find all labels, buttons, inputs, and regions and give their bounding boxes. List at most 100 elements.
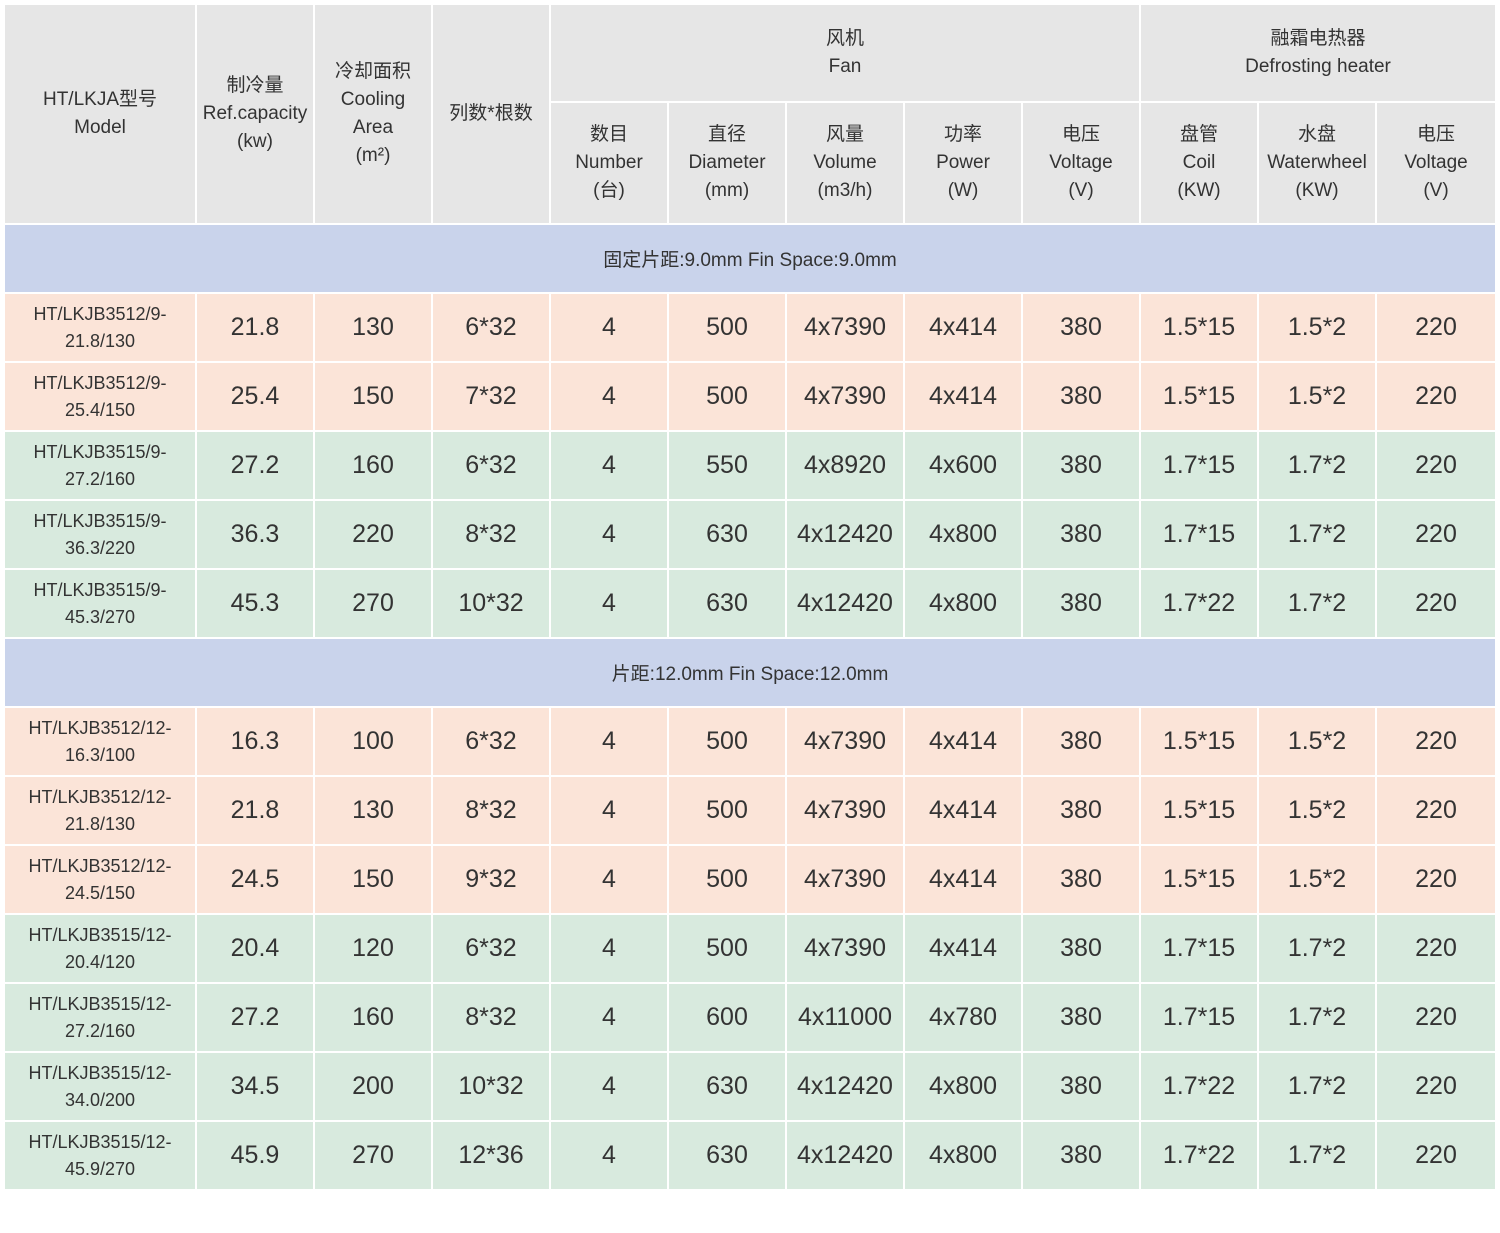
model-line: 36.3/220 [64, 537, 136, 558]
table-cell: 100 [313, 706, 433, 777]
model-line: HT/LKJB3515/9- [33, 510, 167, 531]
model-line: 20.4/120 [64, 951, 136, 972]
table-cell: 1.5*2 [1257, 775, 1378, 846]
table-cell: 4x800 [903, 1120, 1023, 1191]
table-cell: 380 [1020, 844, 1142, 915]
model-cell: HT/LKJB3515/9- 36.3/220 [3, 499, 197, 570]
header-fan-number-line: 数目 [589, 124, 628, 145]
table-cell: 4 [549, 1051, 669, 1122]
table-cell: 6*32 [431, 706, 551, 777]
table-cell: 10*32 [431, 1051, 551, 1122]
header-area-unit: (m²) [355, 145, 391, 166]
table-cell: 200 [313, 1051, 433, 1122]
model-line: HT/LKJB3515/9- [33, 579, 167, 600]
table-cell: 36.3 [195, 499, 315, 570]
header-defrost-voltage-line: 电压 [1417, 124, 1456, 145]
model-line: HT/LKJB3515/12- [28, 1131, 172, 1152]
header-fan-volume: 风量 Volume (m3/h) [785, 101, 905, 225]
table-cell: 1.7*15 [1139, 430, 1260, 501]
model-line: HT/LKJB3515/12- [28, 993, 172, 1014]
table-row: HT/LKJB3515/12- 20.4/120 20.4 120 6*32 4 500 4x… [3, 913, 1498, 984]
table-cell: 630 [667, 1120, 787, 1191]
table-cell: 27.2 [195, 982, 315, 1053]
table-cell: 8*32 [431, 982, 551, 1053]
table-row: HT/LKJB3515/12- 34.0/200 34.5 200 10*32 4 630 4… [3, 1051, 1498, 1122]
header-fan-volume-line: 风量 [825, 124, 864, 145]
table-cell: 380 [1020, 706, 1142, 777]
table-cell: 20.4 [195, 913, 315, 984]
table-cell: 630 [667, 568, 787, 639]
table-cell: 4 [549, 568, 669, 639]
table-cell: 4 [549, 430, 669, 501]
model-cell: HT/LKJB3512/12- 21.8/130 [3, 775, 197, 846]
header-fan-power-line: 功率 [943, 124, 982, 145]
header-defrost-en: Defrosting heater [1245, 56, 1391, 77]
table-cell: 4 [549, 706, 669, 777]
header-capacity-unit: (kw) [237, 131, 273, 152]
header-defrost-coil-line: (KW) [1177, 180, 1221, 201]
table-cell: 4 [549, 982, 669, 1053]
table-cell: 24.5 [195, 844, 315, 915]
model-line: 34.0/200 [64, 1089, 136, 1110]
table-cell: 4x7390 [785, 361, 905, 432]
model-line: HT/LKJB3512/12- [28, 717, 172, 738]
model-line: 21.8/130 [64, 330, 136, 351]
table-cell: 34.5 [195, 1051, 315, 1122]
table-cell: 4x12420 [785, 568, 905, 639]
table-cell: 4x7390 [785, 913, 905, 984]
table-cell: 220 [1375, 568, 1498, 639]
table-cell: 1.7*15 [1139, 982, 1260, 1053]
table-cell: 4 [549, 1120, 669, 1191]
header-area-cn: 冷却面积 [334, 61, 411, 82]
table-cell: 380 [1020, 568, 1142, 639]
table-cell: 8*32 [431, 499, 551, 570]
header-capacity: 制冷量 Ref.capacity (kw) [195, 3, 315, 225]
table-cell: 1.5*2 [1257, 706, 1378, 777]
header-defrost-waterwheel-line: 水盘 [1298, 124, 1337, 145]
table-row: HT/LKJB3515/9- 27.2/160 27.2 160 6*32 4 550 4x8… [3, 430, 1498, 501]
table-cell: 4x800 [903, 568, 1023, 639]
table-row: HT/LKJB3512/12- 24.5/150 24.5 150 9*32 4 500 4x… [3, 844, 1498, 915]
table-row: HT/LKJB3515/9- 45.3/270 45.3 270 10*32 4 630 4x… [3, 568, 1498, 639]
table-cell: 1.5*2 [1257, 844, 1378, 915]
table-cell: 220 [1375, 430, 1498, 501]
model-line: 24.5/150 [64, 882, 136, 903]
table-cell: 380 [1020, 1120, 1142, 1191]
table-cell: 1.7*15 [1139, 913, 1260, 984]
table-cell: 1.7*2 [1257, 430, 1378, 501]
header-fan-number: 数目 Number (台) [549, 101, 669, 225]
table-cell: 12*36 [431, 1120, 551, 1191]
table-cell: 1.7*22 [1139, 568, 1260, 639]
table-cell: 630 [667, 499, 787, 570]
header-defrost: 融霜电热器 Defrosting heater [1139, 3, 1498, 103]
header-fan-voltage: 电压 Voltage (V) [1020, 101, 1142, 225]
table-cell: 380 [1020, 499, 1142, 570]
model-cell: HT/LKJB3515/9- 45.3/270 [3, 568, 197, 639]
table-cell: 6*32 [431, 913, 551, 984]
model-cell: HT/LKJB3512/9- 25.4/150 [3, 361, 197, 432]
model-line: HT/LKJB3515/12- [28, 924, 172, 945]
table-cell: 4x800 [903, 1051, 1023, 1122]
table-cell: 7*32 [431, 361, 551, 432]
header-fan-power-line: Power [936, 152, 990, 173]
model-cell: HT/LKJB3515/12- 34.0/200 [3, 1051, 197, 1122]
header-defrost-waterwheel-line: (KW) [1295, 180, 1339, 201]
table-cell: 220 [1375, 499, 1498, 570]
table-cell: 21.8 [195, 775, 315, 846]
header-fan-power-line: (W) [947, 180, 979, 201]
header-model: HT/LKJA型号 Model [3, 3, 197, 225]
table-row: HT/LKJB3515/12- 27.2/160 27.2 160 8*32 4 600 4x… [3, 982, 1498, 1053]
header-fan-voltage-line: Voltage [1049, 152, 1113, 173]
table-cell: 4x7390 [785, 775, 905, 846]
table-cell: 630 [667, 1051, 787, 1122]
table-cell: 220 [1375, 982, 1498, 1053]
header-area: 冷却面积 Cooling Area (m²) [313, 3, 433, 225]
table-cell: 27.2 [195, 430, 315, 501]
section-title: 片距:12.0mm Fin Space:12.0mm [2, 637, 1498, 708]
spec-table-container: HT/LKJA型号 Model 制冷量 Ref.capacity (kw) 冷却… [2, 3, 1498, 1191]
table-cell: 4x12420 [785, 1120, 905, 1191]
section-row: 固定片距:9.0mm Fin Space:9.0mm [2, 223, 1498, 294]
section-row: 片距:12.0mm Fin Space:12.0mm [2, 637, 1498, 708]
header-rows-tubes: 列数*根数 [431, 3, 551, 225]
header-defrost-waterwheel: 水盘 Waterwheel (KW) [1257, 101, 1378, 225]
